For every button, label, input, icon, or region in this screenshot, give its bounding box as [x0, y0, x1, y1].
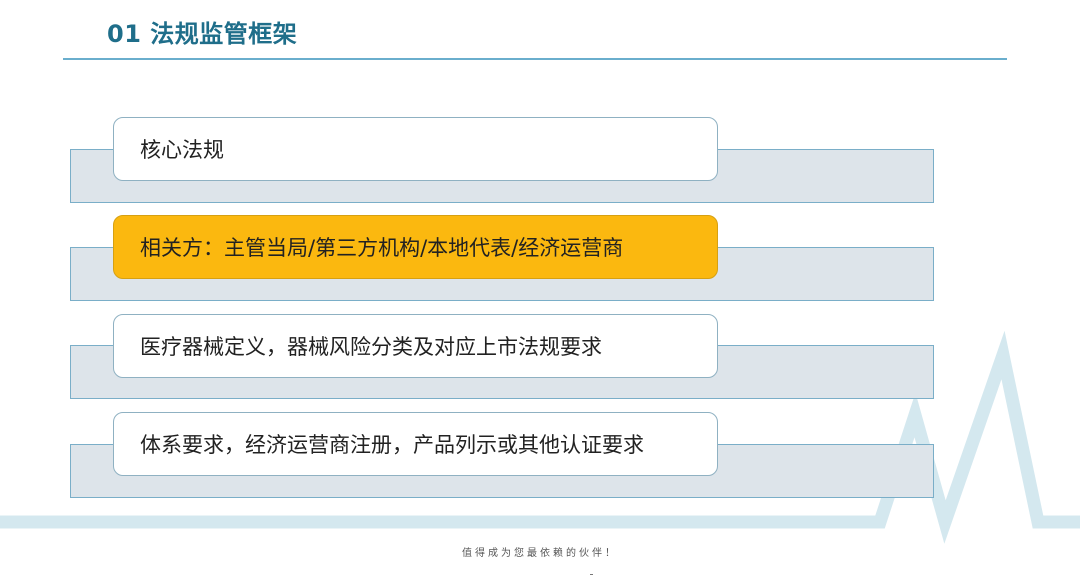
framework-item-system-requirements: 体系要求，经济运营商注册，产品列示或其他认证要求: [113, 412, 718, 476]
framework-item-label: 核心法规: [140, 138, 224, 162]
footer-mark: [590, 574, 593, 575]
footer-slogan: 值得成为您最依赖的伙伴！: [462, 548, 618, 559]
framework-item-core-regulations: 核心法规: [113, 117, 718, 181]
slide-title: 01 法规监管框架: [107, 20, 298, 48]
framework-item-label: 相关方：主管当局/第三方机构/本地代表/经济运营商: [140, 236, 624, 260]
framework-item-label: 医疗器械定义，器械风险分类及对应上市法规要求: [140, 335, 602, 359]
framework-item-device-classification: 医疗器械定义，器械风险分类及对应上市法规要求: [113, 314, 718, 378]
framework-item-label: 体系要求，经济运营商注册，产品列示或其他认证要求: [140, 433, 644, 457]
title-divider: [63, 58, 1007, 60]
slide: 01 法规监管框架 核心法规 相关方：主管当局/第三方机构/本地代表/经济运营商…: [0, 0, 1080, 579]
framework-item-stakeholders: 相关方：主管当局/第三方机构/本地代表/经济运营商: [113, 215, 718, 279]
